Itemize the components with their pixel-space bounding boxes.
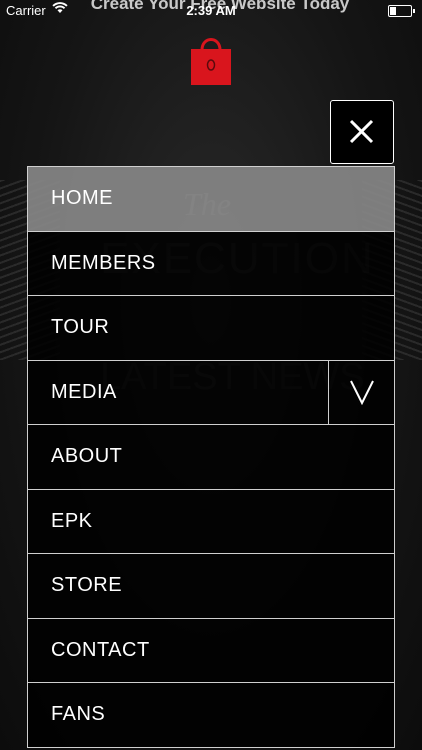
menu-item-label: FANS <box>51 703 106 726</box>
menu-item-about[interactable]: ABOUT <box>28 425 394 490</box>
shopping-bag-icon[interactable] <box>189 32 233 86</box>
menu-item-label: MEMBERS <box>51 251 156 274</box>
menu-item-label: STORE <box>51 574 123 597</box>
menu-item-media[interactable]: MEDIA <box>28 360 394 425</box>
close-menu-button[interactable] <box>330 100 394 164</box>
menu-item-label: EPK <box>51 509 93 532</box>
menu-item-label: ABOUT <box>51 445 123 468</box>
menu-item-epk[interactable]: EPK <box>28 489 394 554</box>
menu-item-tour[interactable]: TOUR <box>28 296 394 361</box>
battery-icon <box>388 5 415 17</box>
clock: 2:39 AM <box>186 3 236 18</box>
chevron-down-icon <box>349 380 374 406</box>
menu-item-contact[interactable]: CONTACT <box>28 618 394 683</box>
close-icon <box>349 119 374 144</box>
menu-item-members[interactable]: MEMBERS <box>28 231 394 296</box>
menu-item-home[interactable]: HOME <box>28 167 394 232</box>
menu-item-label: TOUR <box>51 316 110 339</box>
menu-item-store[interactable]: STORE <box>28 554 394 619</box>
media-submenu-toggle[interactable] <box>328 360 394 424</box>
menu-item-label: HOME <box>51 187 113 210</box>
menu-item-fans[interactable]: FANS <box>28 683 394 748</box>
navigation-menu: HOME MEMBERS TOUR MEDIA ABOUT EPK STORE … <box>27 166 395 748</box>
menu-item-label: CONTACT <box>51 638 150 661</box>
status-bar: Carrier 2:39 AM <box>0 0 422 20</box>
menu-item-label: MEDIA <box>51 380 117 403</box>
